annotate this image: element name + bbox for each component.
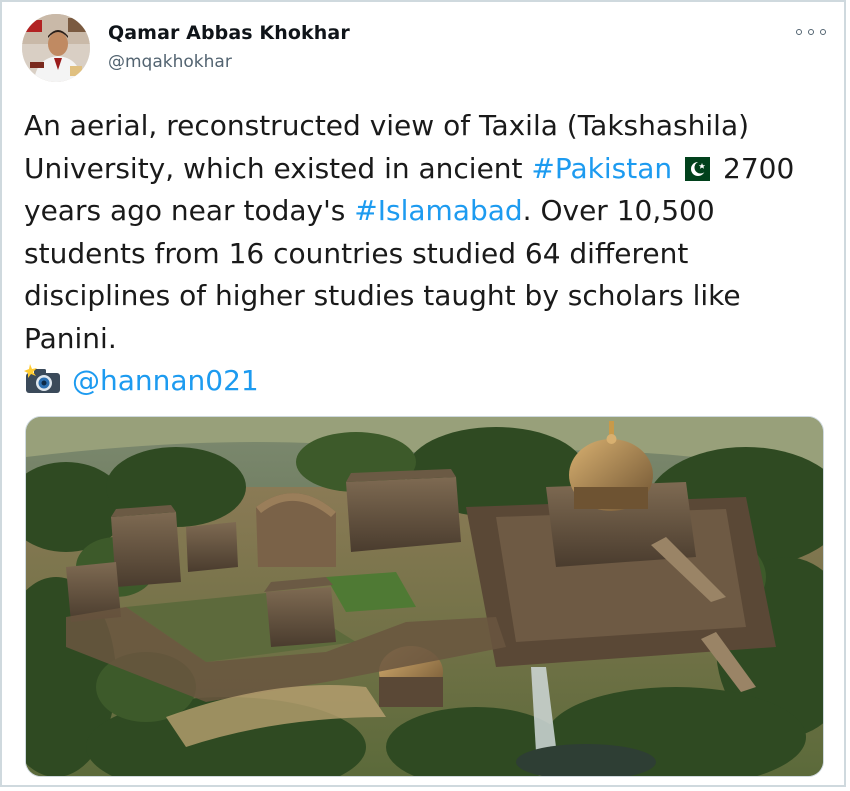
hashtag-islamabad-link[interactable]: #Islamabad xyxy=(354,194,522,227)
author-name[interactable]: Qamar Abbas Khokhar xyxy=(108,22,350,44)
text-line: students from 16 countries studied 64 di… xyxy=(24,236,689,270)
pakistan-flag-icon xyxy=(676,156,711,181)
tweet-card: Qamar Abbas Khokhar @mqakhokhar An aeria… xyxy=(0,0,846,787)
more-options-icon[interactable] xyxy=(796,24,826,40)
dot-icon xyxy=(808,29,814,35)
text-line: An aerial, reconstructed view of Taxila … xyxy=(24,109,750,142)
mention-link[interactable]: @hannan021 xyxy=(72,364,259,397)
tweet-header: Qamar Abbas Khokhar @mqakhokhar xyxy=(22,12,828,82)
text-line: Panini. xyxy=(24,321,117,355)
author-avatar[interactable] xyxy=(22,14,90,82)
dot-icon xyxy=(796,29,802,35)
dot-icon xyxy=(820,29,826,35)
camera-flash-icon xyxy=(24,364,60,393)
hashtag-pakistan-link[interactable]: #Pakistan xyxy=(531,152,672,185)
text-line: disciplines of higher studies taught by … xyxy=(24,279,741,312)
text-line: University, which existed in ancient #Pa… xyxy=(24,151,795,185)
text-line: @hannan021 xyxy=(24,360,824,403)
avatar-photo-icon xyxy=(22,14,90,82)
author-handle[interactable]: @mqakhokhar xyxy=(108,52,232,72)
taxila-reconstruction-image xyxy=(26,417,823,776)
tweet-text: An aerial, reconstructed view of Taxila … xyxy=(24,105,824,403)
tweet-image[interactable] xyxy=(25,416,824,777)
text-line: years ago near today's #Islamabad. Over … xyxy=(24,194,715,227)
